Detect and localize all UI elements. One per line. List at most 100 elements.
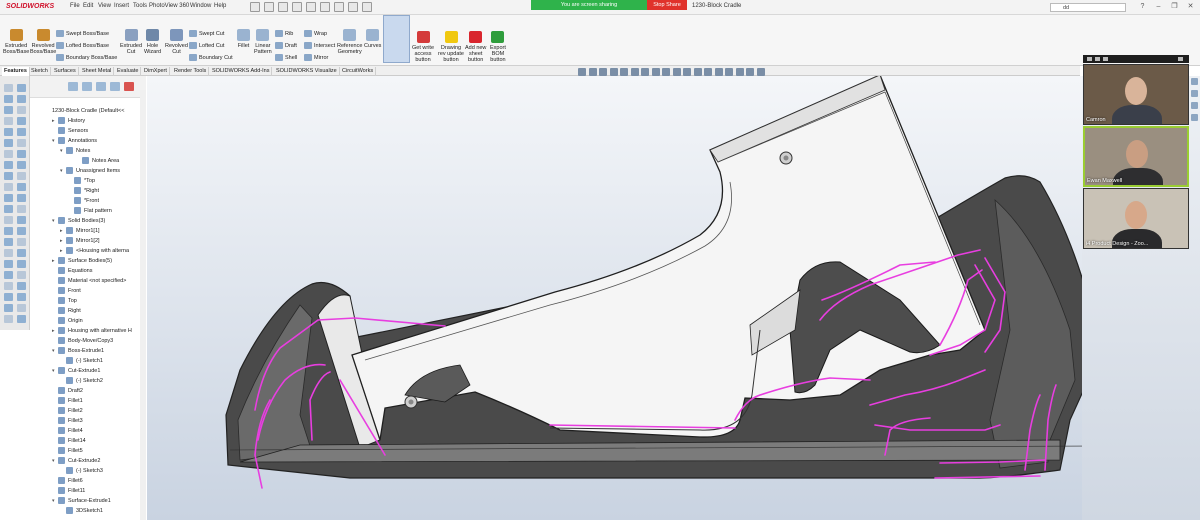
cartoon-icon[interactable] xyxy=(735,68,744,76)
tree-item[interactable]: ▾ Boss-Extrude1 xyxy=(52,346,104,356)
boundary-cut-button[interactable]: Boundary Cut xyxy=(189,54,233,61)
menu-help[interactable]: Help xyxy=(214,3,226,9)
video-close-icon[interactable] xyxy=(1178,57,1183,61)
expand-toggle-icon[interactable]: ▸ xyxy=(60,246,65,256)
options-gear-icon[interactable] xyxy=(362,2,372,12)
tool-icon[interactable] xyxy=(17,293,26,301)
batman-button[interactable]: Drawing rev update button xyxy=(438,31,464,63)
menu-view[interactable]: View xyxy=(98,3,111,9)
tool-icon[interactable] xyxy=(4,128,13,136)
revolved-cut-button[interactable]: Revolved Cut xyxy=(165,29,188,55)
display-style-icon[interactable] xyxy=(641,68,649,76)
tree-item[interactable]: Fillet14 xyxy=(52,436,86,446)
draft-button[interactable]: Draft xyxy=(275,42,297,49)
tree-item[interactable]: ▾ Notes xyxy=(60,146,90,156)
save-icon[interactable] xyxy=(278,2,288,12)
tool-icon[interactable] xyxy=(17,139,26,147)
tool-icon[interactable] xyxy=(17,315,26,323)
tool-icon[interactable] xyxy=(4,227,13,235)
tree-item[interactable]: Right xyxy=(52,306,81,316)
minimize-button[interactable]: – xyxy=(1154,2,1163,11)
tab-render-tools[interactable]: Render Tools xyxy=(172,67,210,76)
menu-window[interactable]: Window xyxy=(190,3,211,9)
tool-icon[interactable] xyxy=(4,249,13,257)
tree-item[interactable]: ▸ <Housing with alterna xyxy=(60,246,129,256)
tab-surfaces[interactable]: Surfaces xyxy=(52,67,79,76)
revolved-boss-button[interactable]: Revolved Boss/Base xyxy=(30,29,56,55)
tool-icon[interactable] xyxy=(17,150,26,158)
tab-sheet-metal[interactable]: Sheet Metal xyxy=(80,67,115,76)
menu-insert[interactable]: Insert xyxy=(114,3,129,9)
expand-toggle-icon[interactable]: ▸ xyxy=(52,326,57,336)
target-button[interactable]: Get write access button xyxy=(412,31,434,63)
tool-icon[interactable] xyxy=(4,216,13,224)
tool-icon[interactable] xyxy=(17,194,26,202)
tree-item[interactable]: (-) Sketch2 xyxy=(60,376,103,386)
tool-icon[interactable] xyxy=(4,183,13,191)
tool-icon[interactable] xyxy=(17,95,26,103)
tool-icon[interactable] xyxy=(4,315,13,323)
configuration-manager-icon[interactable] xyxy=(96,82,106,91)
rebuild-icon[interactable] xyxy=(334,2,344,12)
menu-photoview-360[interactable]: PhotoView 360 xyxy=(149,3,189,9)
task-pane-explorer-icon[interactable] xyxy=(1191,114,1198,121)
rib-button[interactable]: Rib xyxy=(275,30,293,37)
tool-icon[interactable] xyxy=(4,205,13,213)
expand-toggle-icon[interactable]: ▸ xyxy=(52,256,57,266)
tree-item[interactable]: Flat pattern xyxy=(68,206,112,216)
stop-share-button[interactable]: Stop Share xyxy=(647,0,687,10)
appearance-icon[interactable] xyxy=(124,82,134,91)
extruded-cut-button[interactable]: Extruded Cut xyxy=(120,29,142,55)
tree-item[interactable]: Fillet1 xyxy=(52,396,83,406)
perspective-icon[interactable] xyxy=(725,68,733,76)
tree-item[interactable]: ▾ Cut-Extrude1 xyxy=(52,366,100,376)
expand-toggle-icon[interactable]: ▾ xyxy=(52,496,57,506)
tree-item[interactable]: ▸ Housing with alternative H xyxy=(52,326,132,336)
search-input[interactable]: dd xyxy=(1050,3,1126,12)
camera-icon[interactable] xyxy=(746,68,754,76)
video-view-icon[interactable] xyxy=(1103,57,1108,61)
tool-icon[interactable] xyxy=(17,282,26,290)
tree-item[interactable]: ▾ Surface-Extrude1 xyxy=(52,496,111,506)
video-layout-icon[interactable] xyxy=(1095,57,1100,61)
tool-icon[interactable] xyxy=(4,150,13,158)
tree-item[interactable]: Fillet11 xyxy=(52,486,85,496)
mirror-button[interactable]: Mirror xyxy=(304,54,328,61)
tree-item[interactable]: Fillet2 xyxy=(52,406,83,416)
menu-file[interactable]: File xyxy=(70,3,80,9)
tree-item[interactable]: 3DSketch1 xyxy=(60,506,103,516)
tool-icon[interactable] xyxy=(17,260,26,268)
menu-tools[interactable]: Tools xyxy=(133,3,147,9)
tool-icon[interactable] xyxy=(17,128,26,136)
tree-item[interactable]: ▾ Annotations xyxy=(52,136,97,146)
tree-item[interactable]: ▸ History xyxy=(52,116,85,126)
tool-icon[interactable] xyxy=(17,249,26,257)
fillet-button[interactable]: Fillet xyxy=(237,29,250,49)
tool-icon[interactable] xyxy=(17,304,26,312)
wrap-button[interactable]: Wrap xyxy=(304,30,327,37)
tree-item[interactable]: *Top xyxy=(68,176,95,186)
tree-item[interactable]: (-) Sketch3 xyxy=(60,466,103,476)
tool-icon[interactable] xyxy=(4,95,13,103)
tool-icon[interactable] xyxy=(4,293,13,301)
curves-button[interactable]: Curves xyxy=(364,29,381,49)
tool-icon[interactable] xyxy=(4,161,13,169)
tool-icon[interactable] xyxy=(17,216,26,224)
maximize-button[interactable]: ❐ xyxy=(1170,2,1179,11)
boundary-boss-base-button[interactable]: Boundary Boss/Base xyxy=(56,54,117,61)
tool-icon[interactable] xyxy=(4,282,13,290)
export-button[interactable]: Export BOM button xyxy=(490,31,506,63)
file-properties-icon[interactable] xyxy=(348,2,358,12)
tree-item[interactable]: (-) Sketch1 xyxy=(60,356,103,366)
task-pane-resources-icon[interactable] xyxy=(1191,90,1198,97)
tool-icon[interactable] xyxy=(17,84,26,92)
lofted-cut-button[interactable]: Lofted Cut xyxy=(189,42,224,49)
tab-circuitworks[interactable]: CircuitWorks xyxy=(340,67,377,76)
tree-item[interactable]: *Front xyxy=(68,196,99,206)
help-button[interactable]: ? xyxy=(1138,2,1147,11)
tab-dimxpert[interactable]: DimXpert xyxy=(142,67,170,76)
scene-icon[interactable] xyxy=(672,68,681,76)
tab-evaluate[interactable]: Evaluate xyxy=(115,67,142,76)
zoom-fit-icon[interactable] xyxy=(578,68,586,76)
task-pane-home-icon[interactable] xyxy=(1191,78,1198,85)
